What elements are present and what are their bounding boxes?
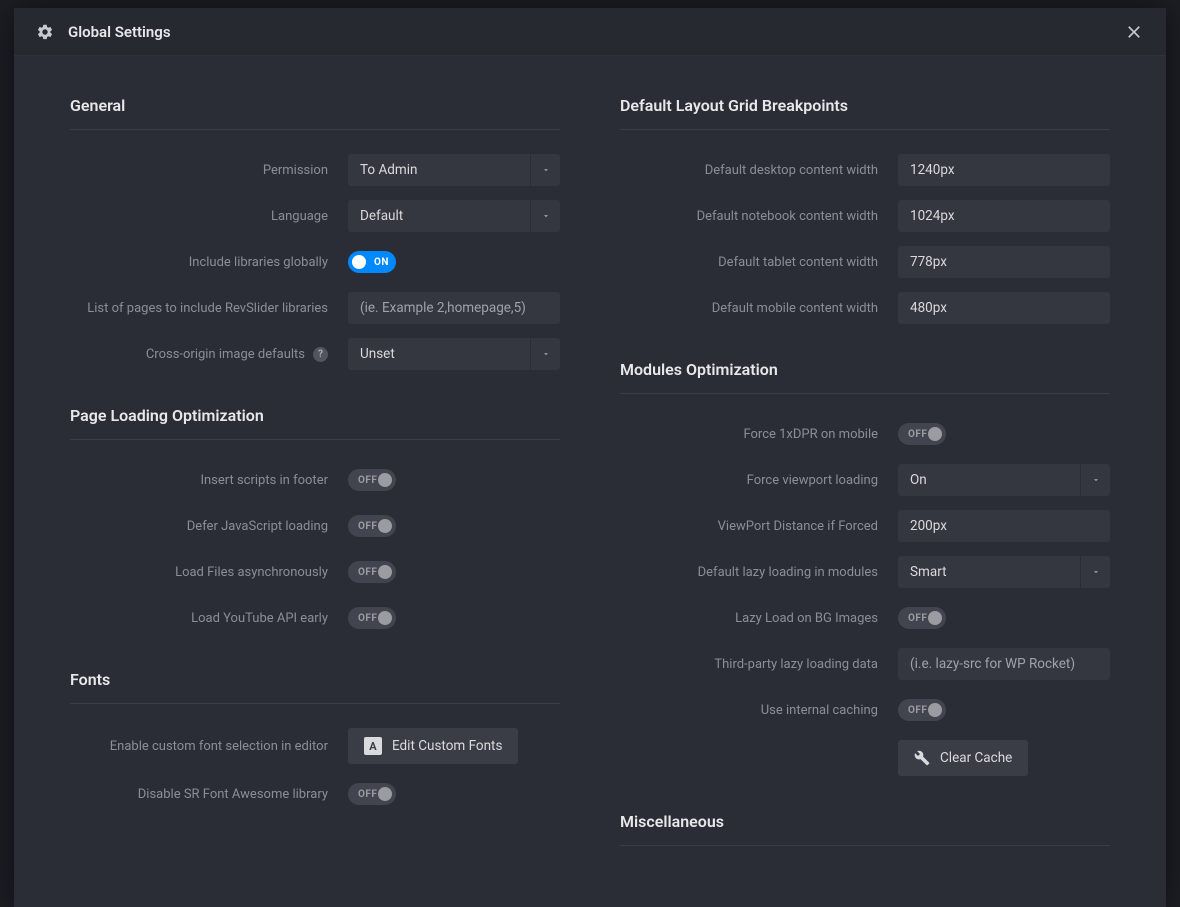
lazy-loading-label: Default lazy loading in modules — [620, 565, 898, 580]
third-party-lazy-label: Third-party lazy loading data — [620, 657, 898, 672]
lazy-bg-label: Lazy Load on BG Images — [620, 611, 898, 626]
font-a-icon: A — [364, 737, 382, 755]
lazy-bg-toggle[interactable]: OFF — [898, 607, 946, 629]
clear-cache-button[interactable]: Clear Cache — [898, 740, 1028, 776]
cross-origin-select[interactable]: Unset — [348, 338, 560, 370]
notebook-width-label: Default notebook content width — [620, 209, 898, 224]
force-viewport-select[interactable]: On — [898, 464, 1110, 496]
tablet-width-label: Default tablet content width — [620, 255, 898, 270]
chevron-down-icon — [530, 154, 560, 186]
modal-header: Global Settings — [14, 8, 1166, 56]
desktop-width-input[interactable]: 1240px — [898, 154, 1110, 186]
language-label: Language — [70, 209, 348, 224]
force-viewport-label: Force viewport loading — [620, 473, 898, 488]
async-files-toggle[interactable]: OFF — [348, 561, 396, 583]
defer-js-label: Defer JavaScript loading — [70, 519, 348, 534]
force-1xdpr-label: Force 1xDPR on mobile — [620, 427, 898, 442]
insert-footer-label: Insert scripts in footer — [70, 473, 348, 488]
viewport-distance-input[interactable]: 200px — [898, 510, 1110, 542]
youtube-early-label: Load YouTube API early — [70, 611, 348, 626]
wrench-icon — [914, 750, 930, 766]
right-column: Default Layout Grid Breakpoints Default … — [590, 96, 1110, 907]
section-modules: Modules Optimization — [620, 360, 1110, 394]
cross-origin-label: Cross-origin image defaults? — [70, 347, 348, 362]
internal-cache-label: Use internal caching — [620, 703, 898, 718]
lazy-loading-select[interactable]: Smart — [898, 556, 1110, 588]
chevron-down-icon — [530, 338, 560, 370]
async-files-label: Load Files asynchronously — [70, 565, 348, 580]
third-party-lazy-input[interactable]: (i.e. lazy-src for WP Rocket) — [898, 648, 1110, 680]
chevron-down-icon — [1080, 464, 1110, 496]
gear-icon — [36, 23, 54, 41]
modal-title: Global Settings — [68, 23, 1124, 41]
chevron-down-icon — [1080, 556, 1110, 588]
include-globally-toggle[interactable]: ON — [348, 251, 396, 273]
section-breakpoints: Default Layout Grid Breakpoints — [620, 96, 1110, 130]
close-icon[interactable] — [1124, 22, 1144, 42]
left-column: General Permission To Admin Language Def… — [70, 96, 590, 907]
modal-body: General Permission To Admin Language Def… — [14, 56, 1166, 907]
disable-fa-label: Disable SR Font Awesome library — [70, 787, 348, 802]
mobile-width-input[interactable]: 480px — [898, 292, 1110, 324]
disable-fa-toggle[interactable]: OFF — [348, 783, 396, 805]
chevron-down-icon — [530, 200, 560, 232]
internal-cache-toggle[interactable]: OFF — [898, 699, 946, 721]
defer-js-toggle[interactable]: OFF — [348, 515, 396, 537]
tablet-width-input[interactable]: 778px — [898, 246, 1110, 278]
section-misc: Miscellaneous — [620, 812, 1110, 846]
section-general: General — [70, 96, 560, 130]
language-select[interactable]: Default — [348, 200, 560, 232]
edit-custom-fonts-button[interactable]: AEdit Custom Fonts — [348, 728, 518, 764]
mobile-width-label: Default mobile content width — [620, 301, 898, 316]
force-1xdpr-toggle[interactable]: OFF — [898, 423, 946, 445]
desktop-width-label: Default desktop content width — [620, 163, 898, 178]
page-list-input[interactable]: (ie. Example 2,homepage,5) — [348, 292, 560, 324]
insert-footer-toggle[interactable]: OFF — [348, 469, 396, 491]
section-fonts: Fonts — [70, 670, 560, 704]
help-icon[interactable]: ? — [313, 347, 328, 362]
viewport-distance-label: ViewPort Distance if Forced — [620, 519, 898, 534]
page-list-label: List of pages to include RevSlider libra… — [70, 301, 348, 316]
include-globally-label: Include libraries globally — [70, 255, 348, 270]
enable-custom-fonts-label: Enable custom font selection in editor — [70, 739, 348, 754]
global-settings-modal: Global Settings General Permission To Ad… — [14, 8, 1166, 907]
permission-select[interactable]: To Admin — [348, 154, 560, 186]
youtube-early-toggle[interactable]: OFF — [348, 607, 396, 629]
section-page-loading: Page Loading Optimization — [70, 406, 560, 440]
permission-label: Permission — [70, 163, 348, 178]
notebook-width-input[interactable]: 1024px — [898, 200, 1110, 232]
